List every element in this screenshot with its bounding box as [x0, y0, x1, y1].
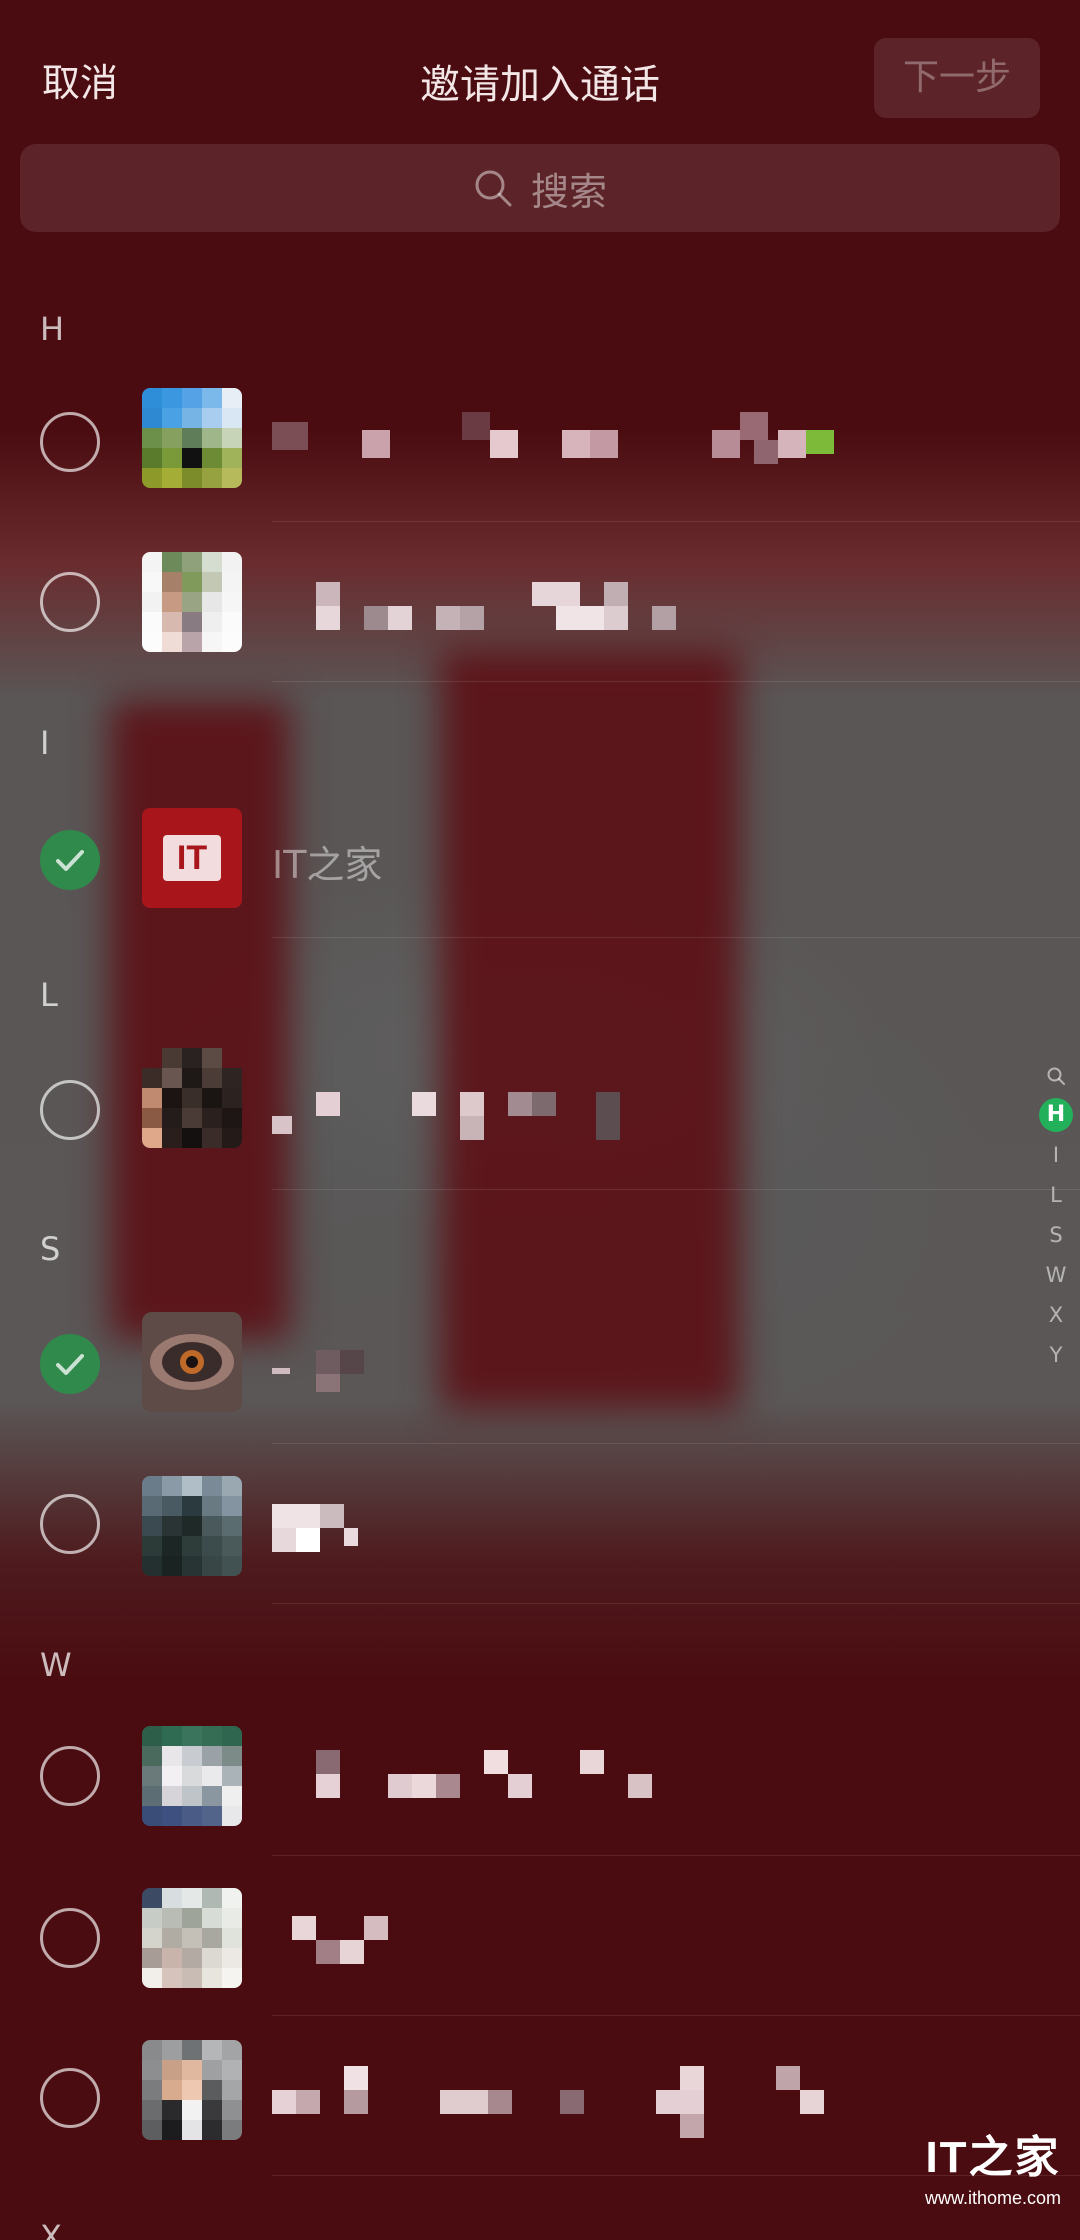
avatar [142, 2040, 242, 2140]
contact-name-redacted [272, 412, 912, 472]
avatar-ithome: IT [142, 808, 242, 908]
contact-name-redacted [272, 1916, 392, 1976]
index-letter-y[interactable]: Y [1038, 1335, 1074, 1375]
avatar [142, 1312, 242, 1412]
row-divider [272, 681, 1080, 682]
contact-name: IT之家 [272, 843, 383, 887]
contact-row[interactable]: IT IT之家 [0, 778, 1080, 938]
select-checkbox[interactable] [40, 1746, 100, 1806]
select-checkbox[interactable] [40, 1080, 100, 1140]
index-letter-l[interactable]: L [1038, 1175, 1074, 1215]
alphabet-index-bar[interactable]: H I L S W X Y [1038, 1055, 1074, 1375]
row-divider [272, 1603, 1080, 1604]
next-step-button[interactable]: 下一步 [874, 38, 1040, 118]
section-header-w: W [40, 1646, 72, 1684]
section-header-x: X [40, 2218, 62, 2240]
search-icon [475, 170, 512, 207]
contact-row[interactable] [0, 1856, 1080, 2016]
watermark-url: www.ithome.com [924, 2188, 1062, 2208]
checkmark-icon [56, 1354, 84, 1375]
contact-name-redacted [272, 582, 692, 642]
avatar [142, 1726, 242, 1826]
contact-name-redacted [272, 1750, 672, 1810]
contact-row[interactable] [0, 362, 1080, 522]
contact-name-redacted [272, 1350, 392, 1410]
avatar [142, 388, 242, 488]
section-header-h: H [40, 310, 65, 348]
select-checkbox[interactable] [40, 572, 100, 632]
row-divider [272, 1189, 1080, 1190]
ithome-watermark: IT之家 www.ithome.com [918, 2128, 1068, 2209]
avatar [142, 1888, 242, 1988]
contact-name-redacted [272, 2066, 872, 2138]
index-letter-i[interactable]: I [1038, 1135, 1074, 1175]
avatar [142, 552, 242, 652]
contact-row[interactable] [0, 1696, 1080, 1856]
index-letter-w[interactable]: W [1038, 1255, 1074, 1295]
watermark-logo: IT之家 [925, 2133, 1061, 2182]
select-checkbox[interactable] [40, 412, 100, 472]
section-header-s: S [40, 1230, 61, 1268]
section-header-l: L [40, 976, 58, 1014]
row-divider [272, 937, 1080, 938]
index-letter-h[interactable]: H [1039, 1098, 1073, 1132]
contact-row[interactable] [0, 1030, 1080, 1190]
select-checkbox[interactable] [40, 2068, 100, 2128]
select-checkbox-checked[interactable] [40, 830, 100, 890]
checkmark-icon [56, 850, 84, 871]
avatar [142, 1476, 242, 1576]
search-bar[interactable]: 搜索 [20, 144, 1060, 232]
index-search-icon[interactable] [1038, 1055, 1074, 1095]
select-checkbox[interactable] [40, 1908, 100, 1968]
avatar [142, 1048, 242, 1148]
index-letter-s[interactable]: S [1038, 1215, 1074, 1255]
section-header-i: I [40, 724, 50, 762]
select-checkbox[interactable] [40, 1494, 100, 1554]
contact-name-redacted [272, 1504, 392, 1564]
contact-row[interactable] [0, 1444, 1080, 1604]
search-placeholder: 搜索 [530, 169, 607, 214]
select-checkbox-checked[interactable] [40, 1334, 100, 1394]
contact-name-redacted [272, 1092, 632, 1152]
contact-row[interactable] [0, 1284, 1080, 1444]
contact-row[interactable] [0, 522, 1080, 682]
ithome-logo-icon: IT [163, 835, 221, 881]
header: 取消 邀请加入通话 下一步 [0, 0, 1080, 140]
index-letter-x[interactable]: X [1038, 1295, 1074, 1335]
